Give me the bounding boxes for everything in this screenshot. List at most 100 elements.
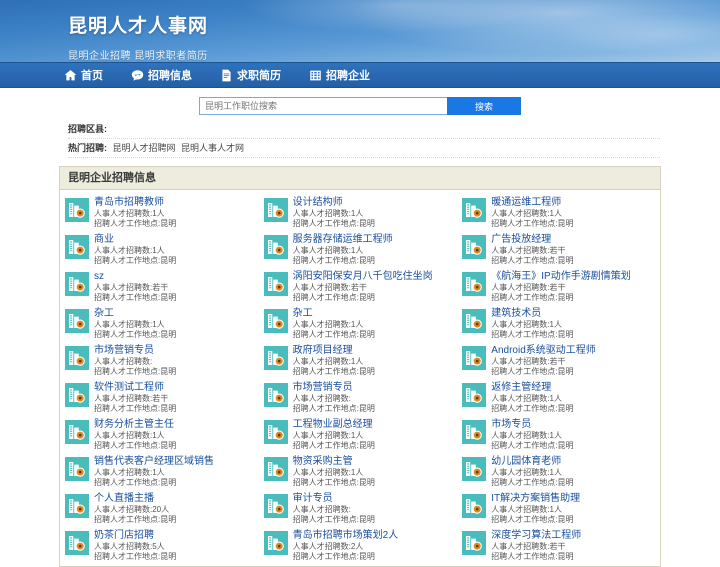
- list-item[interactable]: 政府项目经理 人事人才招聘数:1人 招聘人才工作地点:昆明: [263, 344, 457, 377]
- job-text: 《航海王》IP动作手游剧情策划 人事人才招聘数:若干 招聘人才工作地点:昆明: [491, 270, 655, 303]
- job-title-link[interactable]: 工程物业副总经理: [293, 418, 457, 431]
- job-title-link[interactable]: Android系统驱动工程师: [491, 344, 655, 357]
- list-item[interactable]: 青岛市招聘教师 人事人才招聘数:1人 招聘人才工作地点:昆明: [65, 196, 258, 229]
- job-title-link[interactable]: 暖通运维工程师: [491, 196, 655, 209]
- job-place: 招聘人才工作地点:昆明: [94, 478, 177, 487]
- nav-inner: 首页 招聘信息 求职简历 招聘企业: [60, 63, 660, 87]
- search-button[interactable]: 搜索: [447, 97, 521, 115]
- job-place: 招聘人才工作地点:昆明: [491, 293, 574, 302]
- job-text: 物资采购主管 人事人才招聘数:1人 招聘人才工作地点:昆明: [293, 455, 457, 488]
- job-title-link[interactable]: 建筑技术员: [491, 307, 655, 320]
- list-item[interactable]: 市场专员 人事人才招聘数:1人 招聘人才工作地点:昆明: [462, 418, 655, 451]
- company-building-icon: [462, 309, 487, 333]
- job-column-2: 设计结构师 人事人才招聘数:1人 招聘人才工作地点:昆明 服务器存储运维工程师 …: [261, 196, 460, 566]
- list-item[interactable]: 杂工 人事人才招聘数:1人 招聘人才工作地点:昆明: [263, 307, 457, 340]
- list-item[interactable]: 建筑技术员 人事人才招聘数:1人 招聘人才工作地点:昆明: [462, 307, 655, 340]
- list-item[interactable]: 杂工 人事人才招聘数:1人 招聘人才工作地点:昆明: [65, 307, 258, 340]
- list-item[interactable]: 深度学习算法工程师 人事人才招聘数:若干 招聘人才工作地点:昆明: [462, 529, 655, 562]
- company-building-icon: [263, 531, 288, 555]
- list-item[interactable]: 市场营销专员 人事人才招聘数: 招聘人才工作地点:昆明: [263, 381, 457, 414]
- job-title-link[interactable]: 奶茶门店招聘: [94, 529, 258, 542]
- job-text: 工程物业副总经理 人事人才招聘数:1人 招聘人才工作地点:昆明: [293, 418, 457, 451]
- list-item[interactable]: 幼儿园体育老师 人事人才招聘数:1人 招聘人才工作地点:昆明: [462, 455, 655, 488]
- nav-item-job-info[interactable]: 招聘信息: [131, 67, 192, 83]
- job-text: 销售代表客户经理区域销售 人事人才招聘数:1人 招聘人才工作地点:昆明: [94, 455, 258, 488]
- list-item[interactable]: sz 人事人才招聘数:若干 招聘人才工作地点:昆明: [65, 270, 258, 303]
- nav-item-resume[interactable]: 求职简历: [220, 67, 281, 83]
- job-title-link[interactable]: 审计专员: [293, 492, 457, 505]
- job-count: 人事人才招聘数:: [94, 357, 153, 366]
- list-item[interactable]: 暖通运维工程师 人事人才招聘数:1人 招聘人才工作地点:昆明: [462, 196, 655, 229]
- job-text: 市场营销专员 人事人才招聘数: 招聘人才工作地点:昆明: [94, 344, 258, 377]
- job-text: 软件测试工程师 人事人才招聘数:若干 招聘人才工作地点:昆明: [94, 381, 258, 414]
- job-title-link[interactable]: 广告投放经理: [491, 233, 655, 246]
- job-title-link[interactable]: 销售代表客户经理区域销售: [94, 455, 258, 468]
- job-column-3: 暖通运维工程师 人事人才招聘数:1人 招聘人才工作地点:昆明 广告投放经理 人事…: [459, 196, 658, 566]
- job-title-link[interactable]: 市场营销专员: [293, 381, 457, 394]
- job-count: 人事人才招聘数:1人: [94, 431, 165, 440]
- job-title-link[interactable]: 深度学习算法工程师: [491, 529, 655, 542]
- filter-link[interactable]: 昆明人才招聘网: [113, 143, 176, 153]
- job-title-link[interactable]: 《航海王》IP动作手游剧情策划: [491, 270, 655, 283]
- job-title-link[interactable]: 个人直播主播: [94, 492, 258, 505]
- job-title-link[interactable]: 青岛市招聘教师: [94, 196, 258, 209]
- job-count: 人事人才招聘数:若干: [491, 283, 566, 292]
- list-item[interactable]: 服务器存储运维工程师 人事人才招聘数:1人 招聘人才工作地点:昆明: [263, 233, 457, 266]
- job-title-link[interactable]: 软件测试工程师: [94, 381, 258, 394]
- job-title-link[interactable]: 市场营销专员: [94, 344, 258, 357]
- site-title: 昆明人才人事网: [68, 16, 209, 37]
- list-item[interactable]: 设计结构师 人事人才招聘数:1人 招聘人才工作地点:昆明: [263, 196, 457, 229]
- company-building-icon: [65, 309, 89, 333]
- job-title-link[interactable]: 政府项目经理: [293, 344, 457, 357]
- job-title-link[interactable]: 设计结构师: [293, 196, 457, 209]
- list-item[interactable]: IT解决方案销售助理 人事人才招聘数:1人 招聘人才工作地点:昆明: [462, 492, 655, 525]
- list-item[interactable]: 涡阳安阳保安月八千包吃住坐岗 人事人才招聘数:若干 招聘人才工作地点:昆明: [263, 270, 457, 303]
- job-title-link[interactable]: 杂工: [94, 307, 258, 320]
- list-item[interactable]: 物资采购主管 人事人才招聘数:1人 招聘人才工作地点:昆明: [263, 455, 457, 488]
- list-item[interactable]: 个人直播主播 人事人才招聘数:20人 招聘人才工作地点:昆明: [65, 492, 258, 525]
- job-text: 涡阳安阳保安月八千包吃住坐岗 人事人才招聘数:若干 招聘人才工作地点:昆明: [293, 270, 457, 303]
- list-item[interactable]: Android系统驱动工程师 人事人才招聘数:若干 招聘人才工作地点:昆明: [462, 344, 655, 377]
- list-item[interactable]: 审计专员 人事人才招聘数: 招聘人才工作地点:昆明: [263, 492, 457, 525]
- job-title-link[interactable]: 物资采购主管: [293, 455, 457, 468]
- list-item[interactable]: 《航海王》IP动作手游剧情策划 人事人才招聘数:若干 招聘人才工作地点:昆明: [462, 270, 655, 303]
- job-title-link[interactable]: 幼儿园体育老师: [491, 455, 655, 468]
- job-place: 招聘人才工作地点:昆明: [292, 256, 375, 265]
- job-title-link[interactable]: 财务分析主管主任: [94, 418, 258, 431]
- nav-item-companies[interactable]: 招聘企业: [309, 67, 370, 83]
- list-item[interactable]: 财务分析主管主任 人事人才招聘数:1人 招聘人才工作地点:昆明: [65, 418, 258, 451]
- company-building-icon: [263, 272, 288, 296]
- list-item[interactable]: 青岛市招聘市场策划2人 人事人才招聘数:2人 招聘人才工作地点:昆明: [263, 529, 457, 562]
- search-input[interactable]: [199, 97, 447, 115]
- list-item[interactable]: 广告投放经理 人事人才招聘数:若干 招聘人才工作地点:昆明: [462, 233, 655, 266]
- job-title-link[interactable]: sz: [94, 270, 258, 283]
- job-listing-panel: 昆明企业招聘信息 青岛市招聘教师 人事人才招聘数:1人 招聘人才工作地点:昆明: [59, 166, 661, 567]
- list-item[interactable]: 奶茶门店招聘 人事人才招聘数:5人 招聘人才工作地点:昆明: [65, 529, 258, 562]
- job-title-link[interactable]: 商业: [94, 233, 258, 246]
- job-title-link[interactable]: 涡阳安阳保安月八千包吃住坐岗: [293, 270, 457, 283]
- job-count: 人事人才招聘数:若干: [491, 357, 566, 366]
- list-item[interactable]: 返修主管经理 人事人才招聘数:1人 招聘人才工作地点:昆明: [462, 381, 655, 414]
- list-item[interactable]: 市场营销专员 人事人才招聘数: 招聘人才工作地点:昆明: [65, 344, 258, 377]
- job-title-link[interactable]: 返修主管经理: [491, 381, 655, 394]
- job-count: 人事人才招聘数:1人: [491, 468, 562, 477]
- job-count: 人事人才招聘数:1人: [94, 246, 165, 255]
- list-item[interactable]: 软件测试工程师 人事人才招聘数:若干 招聘人才工作地点:昆明: [65, 381, 258, 414]
- job-title-link[interactable]: 服务器存储运维工程师: [293, 233, 457, 246]
- job-title-link[interactable]: 青岛市招聘市场策划2人: [293, 529, 457, 542]
- job-count: 人事人才招聘数:若干: [491, 542, 566, 551]
- company-building-icon: [263, 235, 288, 259]
- job-title-link[interactable]: IT解决方案销售助理: [491, 492, 655, 505]
- company-building-icon: [65, 235, 89, 259]
- company-building-icon: [462, 457, 487, 481]
- company-building-icon: [462, 531, 487, 555]
- filter-link[interactable]: 昆明人事人才网: [181, 143, 244, 153]
- list-item[interactable]: 工程物业副总经理 人事人才招聘数:1人 招聘人才工作地点:昆明: [263, 418, 457, 451]
- job-title-link[interactable]: 杂工: [293, 307, 457, 320]
- list-item[interactable]: 商业 人事人才招聘数:1人 招聘人才工作地点:昆明: [65, 233, 258, 266]
- nav-item-home[interactable]: 首页: [64, 67, 103, 83]
- list-item[interactable]: 销售代表客户经理区域销售 人事人才招聘数:1人 招聘人才工作地点:昆明: [65, 455, 258, 488]
- site-subtitle: 昆明企业招聘 昆明求职者简历: [68, 51, 208, 62]
- job-title-link[interactable]: 市场专员: [491, 418, 655, 431]
- chat-icon: [131, 69, 144, 82]
